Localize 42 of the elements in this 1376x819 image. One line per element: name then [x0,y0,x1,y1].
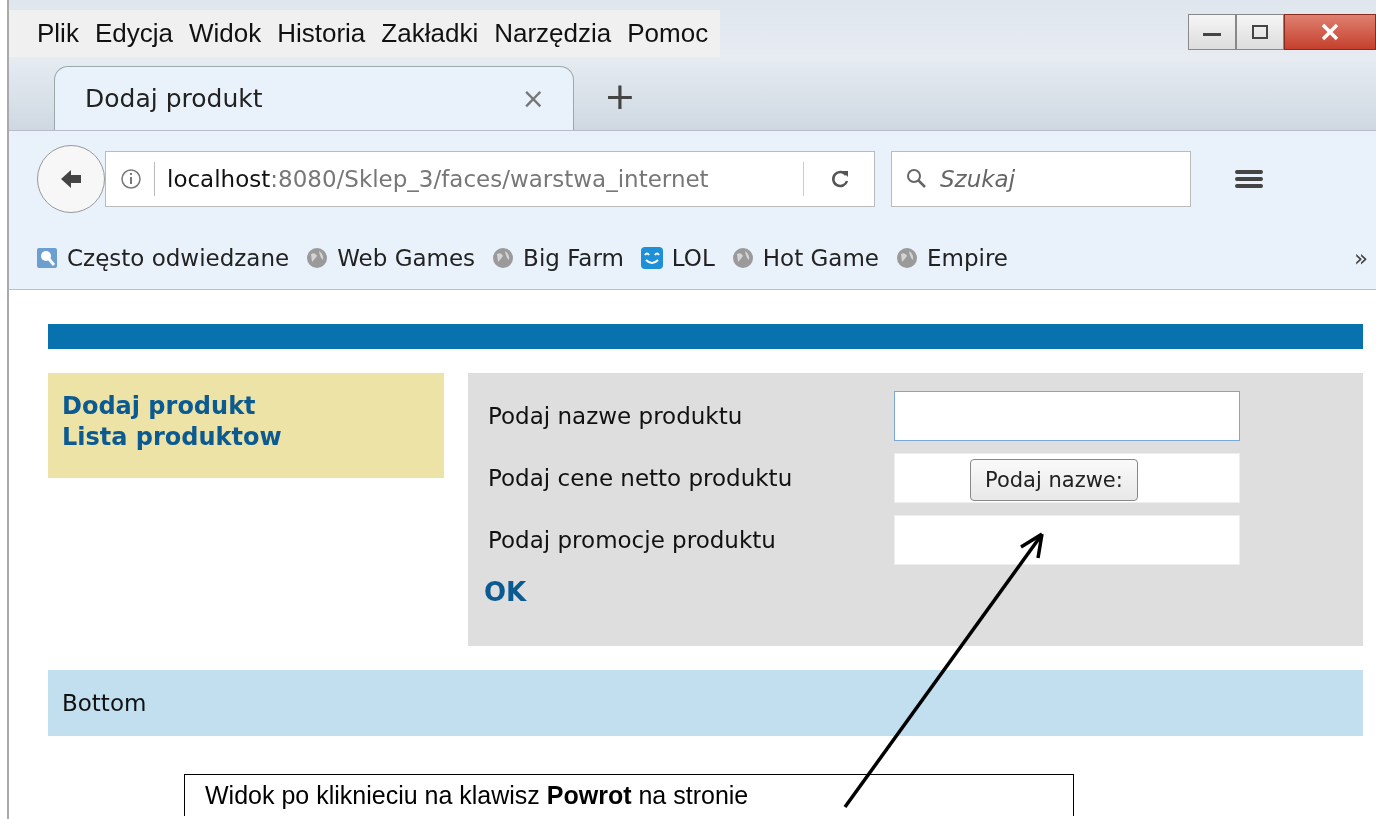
bookmark-link[interactable]: LOL [671,245,715,271]
globe-icon [730,246,755,270]
minimize-button[interactable] [1188,14,1236,50]
field-label: Podaj nazwe produktu [488,403,743,429]
menu-item[interactable]: Historia [277,18,366,49]
globe-icon [305,246,330,270]
menu-item[interactable]: Plik [37,18,79,49]
footer-text: Bottom [62,690,147,716]
input-field[interactable] [894,391,1240,441]
globe-icon [894,246,919,270]
globe-icon [491,246,516,270]
search-icon [905,167,927,189]
bookmark-link[interactable]: Hot Game [762,245,879,271]
search-field[interactable]: Szukaj [891,151,1191,207]
bookmark-link[interactable]: Web Games [337,245,476,271]
menu-item[interactable]: Narzędzia [494,18,612,49]
bookmark-link[interactable]: Big Farm [523,245,624,271]
callout-text: Widok po kliknieciu na klawisz Powrot na stronie [205,781,749,809]
bookmark-page-icon [35,246,59,270]
menu-item[interactable]: Pomoc [627,18,709,49]
nav-link[interactable]: Dodaj produkt [62,391,430,423]
menu-icon[interactable] [1235,168,1263,190]
bookmark-link[interactable]: Empire [926,245,1008,271]
ok-link[interactable]: OK [484,577,1343,607]
bookmark-link[interactable]: Często odwiedzane [67,245,290,271]
field-label: Podaj promocje produktu [488,527,776,553]
smiley-icon [639,246,664,270]
menu-item[interactable]: Zakładki [381,18,479,49]
maximize-button[interactable] [1236,14,1284,50]
field-label: Podaj cene netto produktu [488,465,793,491]
new-tab-button[interactable]: + [604,74,636,118]
nav-link[interactable]: Lista produktow [62,422,430,454]
close-tab-icon[interactable]: × [521,82,545,115]
address-bar[interactable]: localhost:8080/Sklep_3/faces/warstwa_internet [105,151,875,207]
close-button[interactable] [1284,14,1376,50]
more-bookmarks-button[interactable]: » [1353,245,1368,271]
validation-tooltip: Podaj nazwe: [970,459,1138,501]
maximize-icon [1249,24,1271,40]
info-icon[interactable] [120,168,142,190]
menu-item[interactable]: Edycja [94,18,173,49]
browser-tab[interactable]: Dodaj produkt × [54,66,574,130]
menu-item[interactable]: Widok [188,18,262,49]
